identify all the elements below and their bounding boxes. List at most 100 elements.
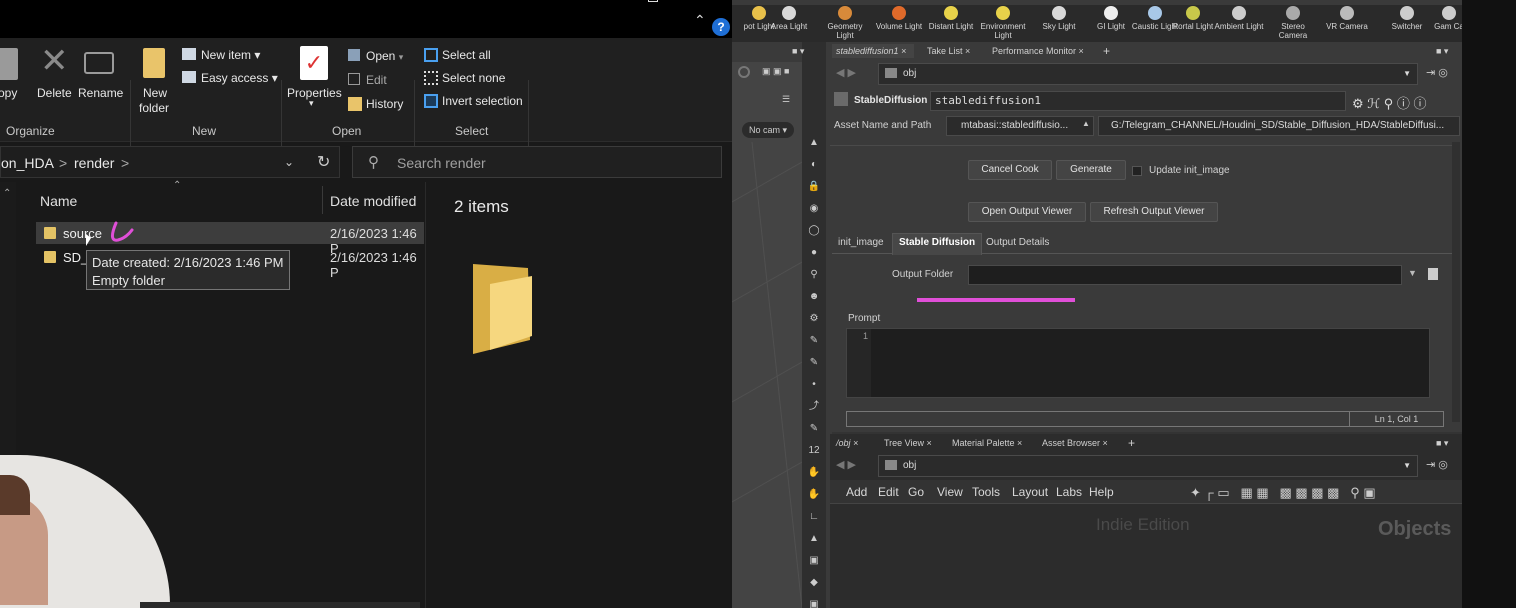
tab-performance-monitor[interactable]: Performance Monitor × [992, 44, 1084, 58]
viewport-tool-icon[interactable]: ▣ [807, 598, 821, 608]
menu-item-labs[interactable]: Labs [1056, 485, 1082, 499]
stepper-icon[interactable]: ▲ [1082, 119, 1090, 128]
tab-stablediffusion1[interactable]: stablediffusion1 × [832, 44, 914, 58]
shelf-tool[interactable]: Sky Light [1032, 6, 1086, 31]
viewport-layout-icon[interactable]: ☰ [782, 94, 790, 105]
viewport-tool-icon[interactable]: ⚙ [807, 312, 821, 326]
easy-access-button[interactable]: Easy access ▾ [201, 71, 278, 85]
breadcrumb-segment[interactable]: on_HDA [1, 155, 54, 171]
shelf-tool[interactable]: Ambient Light [1212, 6, 1266, 31]
viewport-tool-icon[interactable]: ◯ [807, 224, 821, 238]
shelf-tool[interactable]: Environment Light [976, 6, 1030, 40]
file-chooser-icon[interactable] [1428, 268, 1438, 280]
properties-icon[interactable]: ✓ [300, 46, 328, 80]
copy-icon[interactable] [0, 48, 18, 80]
viewport-tool-icon[interactable]: ● [807, 246, 821, 260]
tab-tree-view[interactable]: Tree View × [884, 436, 932, 450]
shelf-tool[interactable]: Volume Light [872, 6, 926, 31]
back-forward-icons-lower[interactable]: ◀ ▶ [836, 458, 856, 471]
open-button[interactable]: Open ▾ [366, 49, 403, 63]
shelf-tool[interactable]: Distant Light [924, 6, 978, 31]
shelf-tool[interactable]: Area Light [762, 6, 816, 31]
asset-path-field[interactable]: G:/Telegram_CHANNEL/Houdini_SD/Stable_Di… [1098, 116, 1460, 136]
pin-icons[interactable]: ⇥ ◎ [1426, 66, 1448, 79]
horizontal-scrollbar[interactable] [140, 602, 420, 608]
prompt-editor[interactable]: 1 [846, 328, 1430, 398]
select-none-button[interactable]: Select none [442, 71, 505, 85]
add-tab-button-lower[interactable]: + [1128, 436, 1135, 450]
viewport-tool-icon[interactable]: ◉ [807, 202, 821, 216]
param-tab-init-image[interactable]: init_image [834, 236, 888, 249]
viewport-display-icons[interactable]: ▣ ▣ ■ [762, 66, 802, 80]
help-icon[interactable]: ? [712, 18, 730, 36]
viewport-tool-icon[interactable]: ✎ [807, 422, 821, 436]
refresh-output-viewer-button[interactable]: Refresh Output Viewer [1090, 202, 1218, 222]
viewport-camera-icon[interactable] [738, 66, 750, 78]
viewport-tool-icon[interactable]: ▲ [807, 136, 821, 150]
restore-icon[interactable] [648, 0, 658, 2]
viewport-tool-icon[interactable]: ▲ [807, 532, 821, 546]
new-folder-icon[interactable] [143, 48, 165, 78]
network-path-bar[interactable]: obj ▼ [878, 455, 1418, 477]
menu-item-layout[interactable]: Layout [1012, 485, 1048, 499]
param-tab-stable-diffusion[interactable]: Stable Diffusion [892, 233, 983, 255]
new-item-button[interactable]: New item ▾ [201, 48, 260, 62]
breadcrumb-chevron-icon-2[interactable]: > [121, 155, 129, 171]
chevron-down-icon[interactable]: ▼ [1408, 268, 1417, 278]
output-folder-field[interactable] [968, 265, 1402, 285]
breadcrumb-segment-render[interactable]: render [74, 155, 114, 171]
back-forward-icons[interactable]: ◀ ▶ [836, 66, 856, 79]
delete-icon[interactable]: ✕ [40, 44, 69, 78]
parameter-scrollbar[interactable] [1452, 142, 1460, 422]
viewport-tool-icon[interactable]: ✋ [807, 488, 821, 502]
search-input[interactable]: Search render [397, 155, 486, 171]
chevron-down-icon[interactable]: ▼ [1403, 456, 1411, 476]
new-folder-label-2[interactable]: folder [139, 101, 169, 115]
path-bar[interactable]: obj ▼ [878, 63, 1418, 85]
shelf-tool[interactable]: Stereo Camera [1266, 6, 1320, 40]
properties-button[interactable]: Properties [287, 86, 342, 100]
viewport-tool-icon[interactable]: ⤴ [807, 400, 821, 414]
open-output-viewer-button[interactable]: Open Output Viewer [968, 202, 1086, 222]
shelf-tool[interactable]: Geometry Light [818, 6, 872, 40]
viewport-tool-icon[interactable]: ✎ [807, 356, 821, 370]
menu-item-tools[interactable]: Tools [972, 485, 1000, 499]
viewport-tool-icon[interactable]: ∟ [807, 510, 821, 524]
invert-selection-button[interactable]: Invert selection [442, 94, 523, 108]
rename-button[interactable]: Rename [78, 86, 123, 100]
menu-item-go[interactable]: Go [908, 485, 924, 499]
generate-button[interactable]: Generate [1056, 160, 1126, 180]
menu-item-view[interactable]: View [937, 485, 963, 499]
update-init-image-checkbox[interactable] [1132, 166, 1142, 176]
node-name-field[interactable]: stablediffusion1 [930, 91, 1346, 111]
viewport-tool-icon[interactable]: ◐ [807, 158, 821, 172]
param-tab-output-details[interactable]: Output Details [982, 236, 1053, 249]
pane-menu-icon-2[interactable]: ■ ▾ [1436, 44, 1448, 58]
node-toolbar-icons[interactable]: ⚙ ℋ ⚲ ⓘ ⓘ [1352, 93, 1426, 112]
asset-name-field[interactable]: mtabasi::stablediffusio... [946, 116, 1094, 136]
rename-icon[interactable] [84, 52, 114, 74]
camera-menu[interactable]: No cam ▾ [742, 122, 794, 138]
tab-take-list[interactable]: Take List × [927, 44, 970, 58]
viewport-tool-icon[interactable]: ✋ [807, 466, 821, 480]
address-history-dropdown-icon[interactable]: ⌄ [284, 155, 294, 169]
viewport-tool-icon[interactable]: ▣ [807, 554, 821, 568]
select-all-button[interactable]: Select all [442, 48, 491, 62]
chevron-down-icon[interactable]: ▾ [309, 98, 314, 109]
menu-item-edit[interactable]: Edit [878, 485, 899, 499]
copy-button[interactable]: opy [0, 86, 17, 100]
viewport-tool-icon[interactable]: 12 [807, 444, 821, 458]
viewport-tool-icon[interactable]: ◆ [807, 576, 821, 590]
menu-item-add[interactable]: Add [846, 485, 867, 499]
pane-menu-icon[interactable]: ■ ▾ [792, 44, 804, 58]
history-button[interactable]: History [366, 97, 403, 111]
network-toolbar-icons[interactable]: ✦ ┌ ▭ ▦ ▦ ▩ ▩ ▩ ▩ ⚲ ▣ [1190, 485, 1376, 501]
edit-button[interactable]: Edit [366, 73, 387, 87]
pin-icons-lower[interactable]: ⇥ ◎ [1426, 458, 1448, 471]
column-header-name[interactable]: Name [40, 193, 77, 209]
viewport-tool-icon[interactable]: • [807, 378, 821, 392]
tab-material-palette[interactable]: Material Palette × [952, 436, 1022, 450]
search-box[interactable]: ⚲ Search render [352, 146, 722, 178]
viewport-tool-icon[interactable]: ☻ [807, 290, 821, 304]
tab-asset-browser[interactable]: Asset Browser × [1042, 436, 1108, 450]
